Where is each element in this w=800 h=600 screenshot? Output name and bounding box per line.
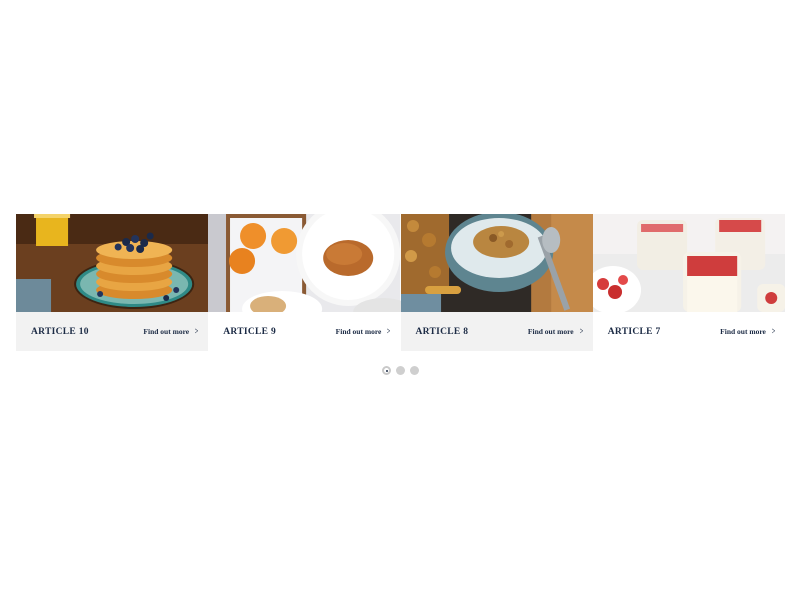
article-title[interactable]: ARTICLE 7 [608,327,661,337]
find-out-more-link[interactable]: Find out more > [336,326,392,337]
find-out-more-label[interactable]: Find out more [143,327,189,336]
article-image-pancakes[interactable] [16,214,209,312]
article-card-footer: ARTICLE 8 Find out more > [400,312,593,351]
article-image-granola[interactable] [400,214,593,312]
article-title[interactable]: ARTICLE 10 [31,327,89,337]
carousel-track: ARTICLE 10 Find out more > ARTICLE 9 Fin… [16,214,785,351]
article-card[interactable]: ARTICLE 8 Find out more > [400,214,593,351]
article-card[interactable]: ARTICLE 7 Find out more > [592,214,785,351]
find-out-more-label[interactable]: Find out more [528,327,574,336]
chevron-right-icon: > [194,326,199,336]
pagination-dot-1[interactable] [382,366,391,375]
chevron-right-icon: > [579,326,583,336]
chevron-right-icon: > [771,326,776,336]
article-card-footer: ARTICLE 10 Find out more > [16,312,209,351]
article-image-croissant[interactable] [208,214,401,312]
pagination-dot-3[interactable] [410,366,419,375]
find-out-more-label[interactable]: Find out more [720,327,766,336]
article-carousel: ARTICLE 10 Find out more > ARTICLE 9 Fin… [16,214,785,384]
article-title[interactable]: ARTICLE 9 [223,327,276,337]
article-card[interactable]: ARTICLE 9 Find out more > [208,214,401,351]
article-card-footer: ARTICLE 9 Find out more > [208,312,401,351]
chevron-right-icon: > [387,326,391,336]
pagination-dot-2[interactable] [396,366,405,375]
article-card-footer: ARTICLE 7 Find out more > [592,312,785,351]
find-out-more-link[interactable]: Find out more > [720,326,776,337]
article-card[interactable]: ARTICLE 10 Find out more > [16,214,209,351]
find-out-more-link[interactable]: Find out more > [528,326,584,337]
find-out-more-label[interactable]: Find out more [336,327,382,336]
find-out-more-link[interactable]: Find out more > [143,326,199,337]
carousel-pagination [16,366,785,375]
article-title[interactable]: ARTICLE 8 [416,327,469,337]
article-image-panna-cotta[interactable] [592,214,785,312]
